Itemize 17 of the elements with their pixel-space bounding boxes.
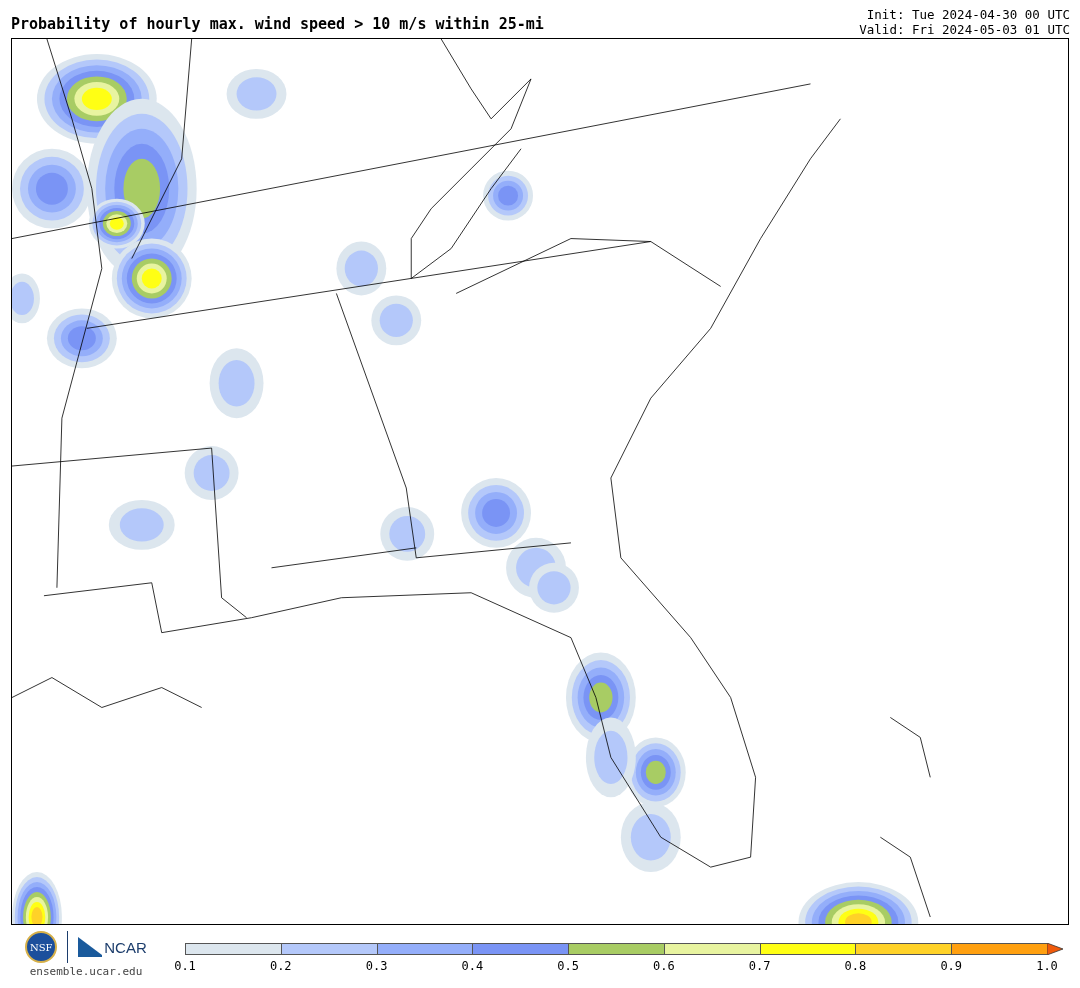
init-time: Init: Tue 2024-04-30 00 UTC — [866, 7, 1070, 22]
valid-time: Valid: Fri 2024-05-03 01 UTC — [859, 22, 1070, 37]
colorbar-tick-label: 0.2 — [269, 959, 292, 973]
colorbar-tick-label: 0.1 — [174, 959, 196, 973]
colorbar-tick-label: 1.0 — [1036, 959, 1058, 973]
nsf-logo: NSF — [25, 931, 58, 963]
chart-title: Probability of hourly max. wind speed > 10 m/s within 25-mi — [11, 15, 544, 35]
colorbar-tick-label: 0.4 — [461, 959, 484, 973]
colorbar-tick-label: 0.5 — [557, 959, 579, 973]
wave-logo-icon — [78, 937, 103, 957]
colorbar-tick-label: 0.7 — [748, 959, 771, 973]
website-url: ensemble.ucar.edu — [29, 965, 143, 978]
colorbar-tick-label: 0.3 — [365, 959, 388, 973]
ncar-logo: NCAR — [104, 938, 147, 956]
colorbar-tick-label: 0.9 — [940, 959, 963, 973]
colorbar-tick-label: 0.6 — [653, 959, 675, 973]
colorbar-tick-label: 0.8 — [844, 959, 867, 973]
